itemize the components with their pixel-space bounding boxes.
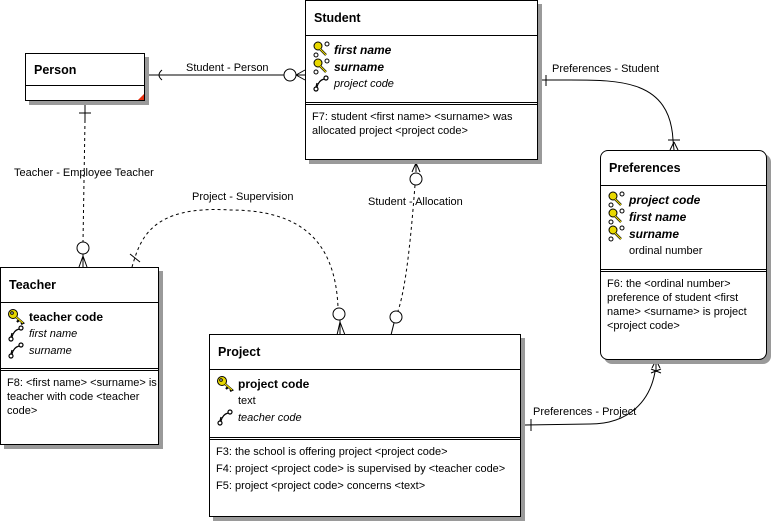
attribute-row[interactable]: surname [7, 342, 158, 359]
attribute-row[interactable]: text [216, 392, 520, 409]
attribute-row[interactable]: surname [312, 58, 537, 75]
fact-list: F6: the <ordinal number> preference of s… [601, 272, 766, 333]
attribute-list: first name surname project code [306, 36, 537, 105]
rel-preferences-project[interactable] [524, 359, 662, 431]
attribute-row[interactable]: project code [216, 375, 520, 392]
attribute-name: surname [629, 226, 680, 241]
attribute-list: project code text teacher code [210, 370, 520, 440]
attribute-name: project code [238, 376, 310, 391]
attribute-row[interactable]: teacher code [7, 308, 158, 325]
attribute-row[interactable]: surname [607, 225, 766, 242]
link-icon [7, 342, 29, 359]
key-link-icon [607, 191, 629, 208]
entity-teacher[interactable]: Teacher teacher code first name surname F8… [0, 267, 159, 445]
rel-project-supervision[interactable] [129, 209, 346, 336]
fact-text: F4: project <project code> is supervised… [216, 463, 506, 475]
entity-title: Teacher [1, 268, 158, 303]
attribute-name: surname [29, 344, 72, 357]
rel-label-project-supervision: Project - Supervision [192, 191, 294, 203]
key-icon [7, 308, 29, 325]
fact-list: F3: the school is offering project <proj… [210, 440, 520, 493]
attribute-name: project code [334, 77, 394, 90]
key-link-icon [607, 208, 629, 225]
attribute-row[interactable]: ordinal number [607, 242, 766, 259]
rel-label-preferences-project: Preferences - Project [533, 406, 637, 418]
fact-text: F7: student <first name> <surname> was a… [312, 111, 513, 137]
attribute-row[interactable]: teacher code [216, 409, 520, 426]
attribute-row[interactable]: project code [607, 191, 766, 208]
attribute-name: project code [629, 192, 701, 207]
attribute-name: ordinal number [629, 244, 703, 257]
entity-student[interactable]: Student first name surname project code F7… [305, 0, 538, 160]
fact-text: F6: the <ordinal number> preference of s… [607, 278, 747, 332]
rel-teacher-employee[interactable] [76, 103, 91, 268]
fact-text: F5: project <project code> concerns <tex… [216, 480, 426, 492]
rel-student-allocation[interactable] [389, 162, 423, 336]
entity-title: Person [26, 54, 144, 86]
entity-person[interactable]: Person [25, 53, 145, 101]
rel-label-preferences-student: Preferences - Student [552, 63, 660, 75]
entity-title: Student [306, 1, 537, 36]
attribute-name: first name [334, 42, 392, 57]
rel-label-teacher-employee: Teacher - Employee Teacher [14, 167, 154, 179]
fact-text: F8: <first name> <surname> is teacher wi… [7, 377, 157, 417]
key-link-icon [312, 58, 334, 75]
fact-text: F3: the school is offering project <proj… [216, 446, 448, 458]
attribute-name: surname [334, 59, 385, 74]
key-link-icon [607, 225, 629, 242]
fact-list: F8: <first name> <surname> is teacher wi… [1, 371, 158, 418]
attribute-row[interactable]: first name [607, 208, 766, 225]
key-link-icon [312, 41, 334, 58]
rel-label-student-allocation: Student - Allocation [368, 196, 463, 208]
attribute-name: first name [629, 209, 687, 224]
entity-title: Project [210, 335, 520, 370]
link-icon [312, 75, 334, 92]
link-icon [7, 325, 29, 342]
key-icon [216, 375, 238, 392]
attribute-row[interactable]: project code [312, 75, 537, 92]
attribute-row[interactable]: first name [312, 41, 537, 58]
no-icon [607, 242, 629, 259]
rel-preferences-student[interactable] [539, 75, 680, 151]
attribute-name: text [238, 394, 256, 407]
attribute-list: project code first name surname ordinal num… [601, 186, 766, 272]
attribute-name: teacher code [238, 411, 302, 424]
attribute-list: teacher code first name surname [1, 303, 158, 371]
entity-preferences[interactable]: Preferences project code first name surnam… [600, 150, 767, 360]
attribute-name: first name [29, 327, 78, 340]
entity-project[interactable]: Project project code text teacher code F3:… [209, 334, 521, 517]
link-icon [216, 409, 238, 426]
fact-list: F7: student <first name> <surname> was a… [306, 105, 537, 138]
entity-title: Preferences [601, 151, 766, 186]
no-icon [216, 392, 238, 409]
corner-marker [138, 94, 144, 100]
rel-label-student-person: Student - Person [186, 62, 269, 74]
attribute-name: teacher code [29, 309, 104, 324]
attribute-row[interactable]: first name [7, 325, 158, 342]
